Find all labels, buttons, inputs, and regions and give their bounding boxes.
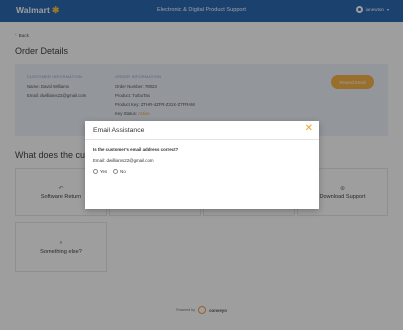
- modal-title: Email Assistance: [93, 127, 145, 134]
- close-icon[interactable]: ✕: [305, 124, 313, 134]
- no-label: No: [120, 169, 126, 174]
- modal-header: Email Assistance ✕: [85, 121, 319, 140]
- no-radio-option[interactable]: No: [113, 169, 126, 174]
- modal-email-row: Email: dwilliams22@gmail.com: [93, 158, 154, 163]
- yes-radio-option[interactable]: Yes: [93, 169, 107, 174]
- no-radio-button[interactable]: [113, 169, 119, 174]
- email-question: Is the customer's email address correct?: [93, 147, 179, 152]
- email-assistance-modal: Email Assistance ✕ Is the customer's ema…: [85, 121, 319, 209]
- modal-email-label: Email:: [93, 158, 106, 163]
- confirm-radio-group: Yes No: [93, 169, 126, 174]
- modal-email-value: dwilliams22@gmail.com: [106, 158, 154, 163]
- yes-label: Yes: [100, 169, 108, 174]
- yes-radio-button[interactable]: [93, 169, 98, 174]
